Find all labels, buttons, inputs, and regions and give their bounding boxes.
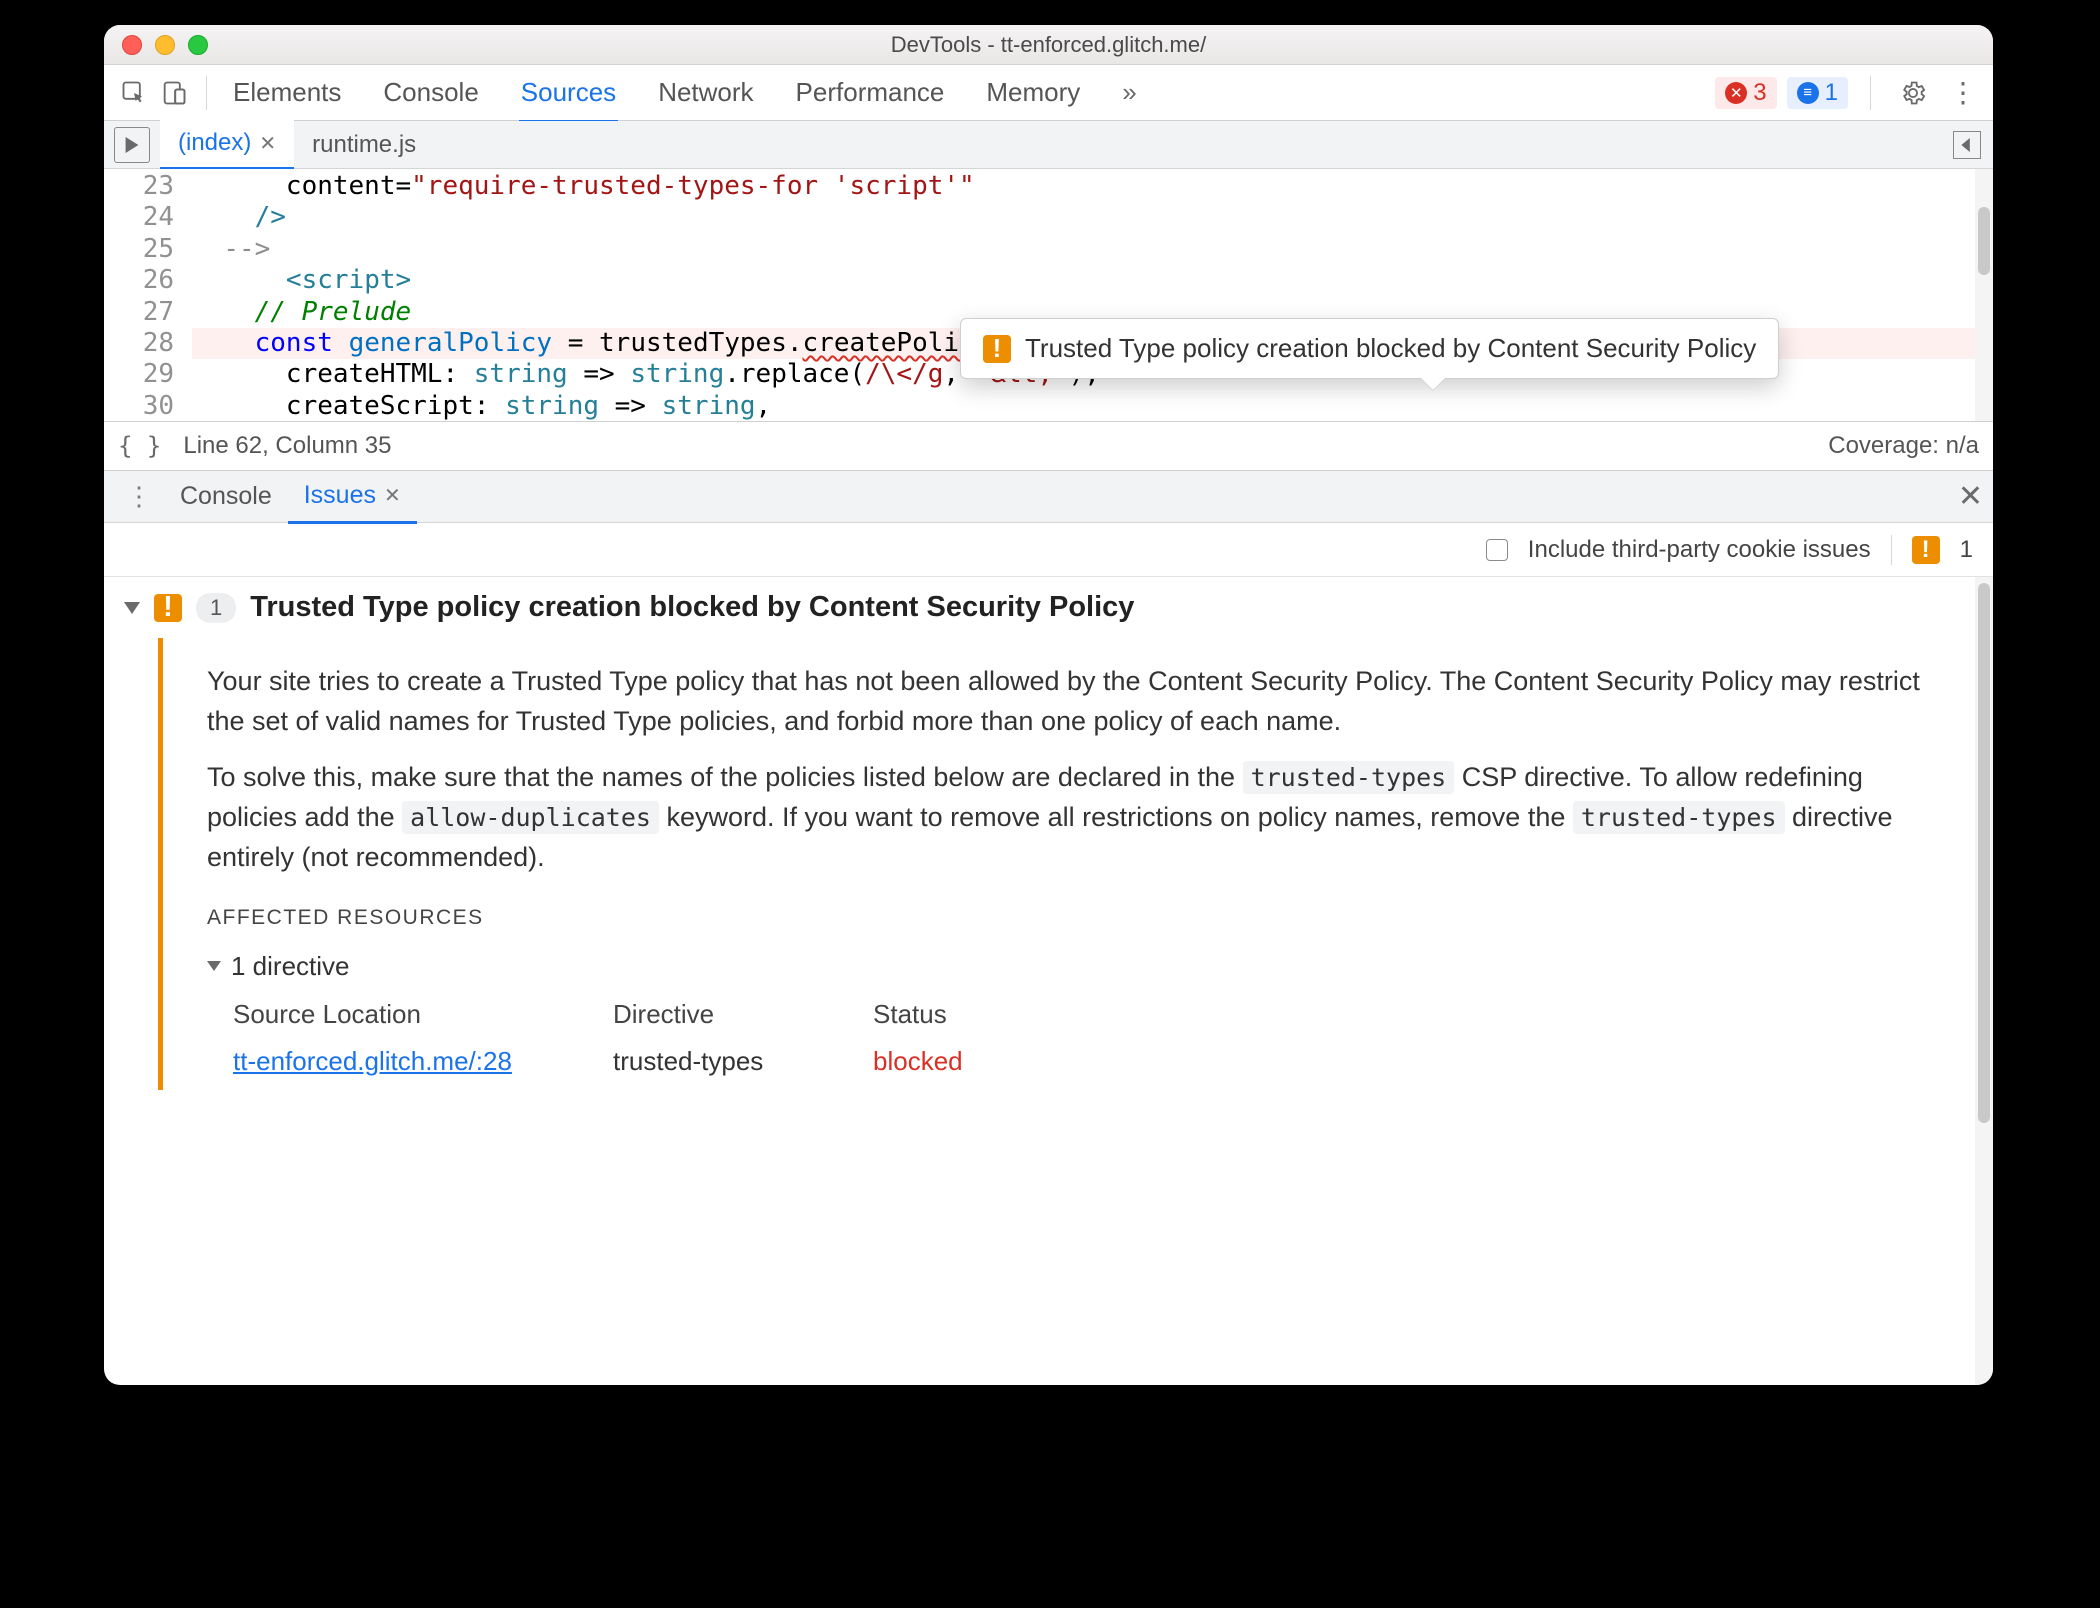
message-count-badge[interactable]: ≡ 1	[1787, 77, 1848, 109]
warning-icon: !	[983, 335, 1011, 363]
close-window-button[interactable]	[122, 35, 142, 55]
issues-controls: Include third-party cookie issues ! 1	[104, 523, 1993, 577]
file-tab-index[interactable]: (index) ✕	[160, 119, 294, 170]
warning-icon: !	[154, 594, 182, 622]
code-scrollbar[interactable]	[1975, 169, 1993, 421]
cursor-position: Line 62, Column 35	[183, 432, 391, 460]
issue-count-pill: 1	[196, 593, 236, 623]
kebab-menu-icon[interactable]: ⋮	[126, 481, 152, 512]
tab-performance[interactable]: Performance	[794, 65, 947, 120]
message-icon: ≡	[1797, 82, 1819, 104]
code-inline: trusted-types	[1243, 761, 1455, 794]
disclosure-triangle-icon[interactable]	[207, 961, 221, 971]
zoom-window-button[interactable]	[188, 35, 208, 55]
drawer-tab-label: Issues	[304, 481, 376, 510]
warning-icon: !	[1912, 536, 1940, 564]
code-inline: allow-duplicates	[402, 801, 659, 834]
code-lines: content="require-trusted-types-for 'scri…	[192, 169, 1993, 421]
col-directive: Directive	[613, 995, 873, 1033]
main-toolbar: Elements Console Sources Network Perform…	[104, 65, 1993, 121]
col-status: Status	[873, 995, 1073, 1033]
window-title: DevTools - tt-enforced.glitch.me/	[104, 32, 1993, 58]
close-drawer-icon[interactable]: ✕	[1958, 479, 1983, 514]
error-count: 3	[1753, 79, 1766, 107]
editor-status-bar: { } Line 62, Column 35 Coverage: n/a	[104, 421, 1993, 471]
affected-resources-table: Source Location Directive Status tt-enfo…	[233, 995, 1937, 1080]
include-third-party-label: Include third-party cookie issues	[1528, 536, 1871, 564]
issue-body: Your site tries to create a Trusted Type…	[158, 638, 1993, 1090]
directive-summary-row[interactable]: 1 directive	[207, 947, 1937, 985]
file-tab-bar: (index) ✕ runtime.js	[104, 121, 1993, 169]
drawer-tab-bar: ⋮ Console Issues ✕ ✕	[104, 471, 1993, 523]
close-icon[interactable]: ✕	[259, 131, 276, 156]
drawer-tab-issues[interactable]: Issues ✕	[288, 470, 417, 524]
code-inline: trusted-types	[1573, 801, 1785, 834]
file-tab-label: runtime.js	[312, 131, 416, 159]
separator	[206, 76, 207, 110]
file-tab-runtime[interactable]: runtime.js	[294, 121, 434, 169]
issues-scrollbar[interactable]	[1975, 577, 1993, 1385]
directive-value: trusted-types	[613, 1042, 873, 1080]
directive-summary: 1 directive	[231, 947, 350, 985]
window-controls	[104, 35, 208, 55]
pretty-print-icon[interactable]: { }	[118, 432, 161, 460]
source-location-link[interactable]: tt-enforced.glitch.me/:28	[233, 1042, 613, 1080]
error-count-badge[interactable]: ✕ 3	[1715, 77, 1776, 109]
warning-count: 1	[1960, 536, 1973, 564]
issue-header[interactable]: ! 1 Trusted Type policy creation blocked…	[104, 577, 1993, 638]
minimize-window-button[interactable]	[155, 35, 175, 55]
tab-network[interactable]: Network	[656, 65, 755, 120]
tab-memory[interactable]: Memory	[984, 65, 1082, 120]
issue-paragraph: To solve this, make sure that the names …	[207, 758, 1937, 878]
kebab-menu-icon[interactable]: ⋮	[1943, 73, 1983, 113]
separator	[1870, 76, 1871, 110]
error-icon: ✕	[1725, 82, 1747, 104]
disclosure-triangle-icon[interactable]	[124, 602, 140, 614]
tab-sources[interactable]: Sources	[519, 65, 618, 124]
tooltip-text: Trusted Type policy creation blocked by …	[1025, 333, 1756, 364]
devtools-window: DevTools - tt-enforced.glitch.me/ Elemen…	[104, 25, 1993, 1385]
tab-elements[interactable]: Elements	[231, 65, 343, 120]
tab-console[interactable]: Console	[381, 65, 480, 120]
status-value: blocked	[873, 1042, 1073, 1080]
file-tab-label: (index)	[178, 129, 251, 157]
titlebar: DevTools - tt-enforced.glitch.me/	[104, 25, 1993, 65]
affected-resources-heading: AFFECTED RESOURCES	[207, 902, 1937, 933]
message-count: 1	[1825, 79, 1838, 107]
col-source-location: Source Location	[233, 995, 613, 1033]
error-tooltip: ! Trusted Type policy creation blocked b…	[960, 318, 1779, 379]
more-tabs-icon[interactable]: »	[1120, 65, 1138, 120]
inspect-icon[interactable]	[114, 73, 154, 113]
close-icon[interactable]: ✕	[384, 483, 401, 508]
code-editor[interactable]: 2324252627282930 content="require-truste…	[104, 169, 1993, 421]
table-row: tt-enforced.glitch.me/:28 trusted-types …	[233, 1042, 1937, 1080]
settings-icon[interactable]	[1893, 73, 1933, 113]
line-gutter: 2324252627282930	[104, 169, 184, 421]
drawer-tab-console[interactable]: Console	[164, 471, 288, 522]
show-navigator-icon[interactable]	[1953, 131, 1981, 159]
coverage-status: Coverage: n/a	[1828, 432, 1979, 460]
device-toolbar-icon[interactable]	[154, 73, 194, 113]
resume-script-icon[interactable]	[114, 127, 150, 163]
issue-title: Trusted Type policy creation blocked by …	[250, 591, 1134, 624]
issue-paragraph: Your site tries to create a Trusted Type…	[207, 662, 1937, 742]
issues-panel: ! 1 Trusted Type policy creation blocked…	[104, 577, 1993, 1385]
panel-tabs: Elements Console Sources Network Perform…	[231, 65, 1139, 120]
include-third-party-checkbox[interactable]	[1486, 539, 1508, 561]
